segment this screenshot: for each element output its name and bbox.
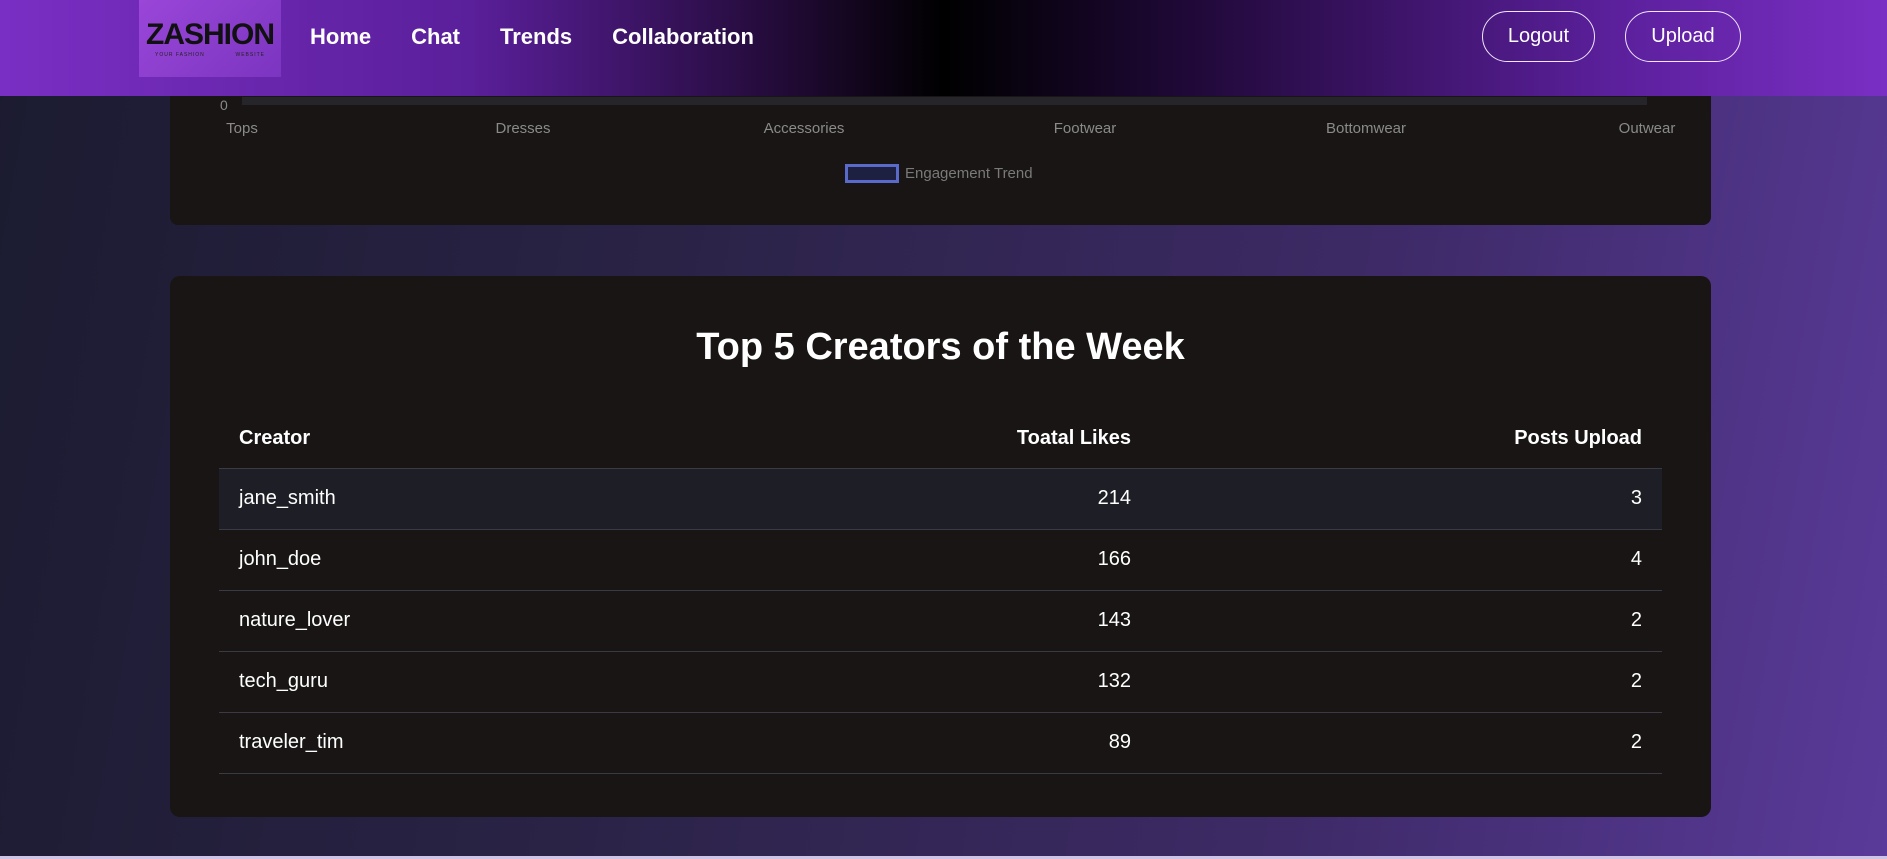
creator-name: john_doe	[219, 529, 799, 591]
chart-legend[interactable]: Engagement Trend	[845, 164, 1033, 183]
brand-logo[interactable]: ZASHION YOUR FASHION WEBSITE	[139, 0, 281, 77]
creator-posts: 2	[1151, 651, 1662, 713]
header-creator: Creator	[219, 410, 799, 469]
creators-title: Top 5 Creators of the Week	[696, 326, 1185, 368]
creator-name: nature_lover	[219, 590, 799, 652]
legend-swatch	[845, 164, 899, 183]
x-tick-label: Accessories	[763, 120, 845, 137]
x-tick-label: Dresses	[495, 120, 551, 137]
creator-likes: 89	[799, 712, 1151, 774]
creator-posts: 2	[1151, 712, 1662, 774]
logo-tagline-right: WEBSITE	[235, 51, 265, 58]
creator-name: jane_smith	[219, 468, 799, 530]
nav-link-home[interactable]: Home	[310, 24, 371, 50]
creator-likes: 214	[799, 468, 1151, 530]
creator-name: traveler_tim	[219, 712, 799, 774]
x-tick-label: Footwear	[1053, 120, 1117, 137]
logo-tagline: YOUR FASHION WEBSITE	[155, 52, 265, 58]
header-total-likes: Toatal Likes	[799, 410, 1151, 469]
x-tick-label: Bottomwear	[1325, 120, 1407, 137]
legend-label: Engagement Trend	[905, 165, 1033, 182]
table-header-row: Creator Toatal Likes Posts Upload	[219, 410, 1662, 469]
creator-name: tech_guru	[219, 651, 799, 713]
top-creators-card: Top 5 Creators of the Week Creator Toata…	[170, 276, 1711, 817]
chart-plot-area	[242, 97, 1647, 105]
table-row: jane_smith 214 3	[219, 468, 1662, 530]
upload-button[interactable]: Upload	[1625, 11, 1741, 62]
nav-link-chat[interactable]: Chat	[411, 24, 460, 50]
x-tick-label: Outwear	[1618, 120, 1676, 137]
creator-likes: 132	[799, 651, 1151, 713]
header-posts-upload: Posts Upload	[1151, 410, 1662, 469]
table-row: traveler_tim 89 2	[219, 712, 1662, 774]
nav-link-collaboration[interactable]: Collaboration	[612, 24, 754, 50]
creator-likes: 143	[799, 590, 1151, 652]
table-row: tech_guru 132 2	[219, 651, 1662, 713]
creator-posts: 3	[1151, 468, 1662, 530]
creator-likes: 166	[799, 529, 1151, 591]
creator-posts: 2	[1151, 590, 1662, 652]
y-tick-label: 0	[220, 97, 228, 113]
creators-table: Creator Toatal Likes Posts Upload jane_s…	[219, 410, 1662, 774]
creator-posts: 4	[1151, 529, 1662, 591]
logout-button[interactable]: Logout	[1482, 11, 1595, 62]
top-navbar: ZASHION YOUR FASHION WEBSITE Home Chat T…	[0, 0, 1887, 96]
nav-links: Home Chat Trends Collaboration	[310, 24, 754, 50]
logo-text: ZASHION	[146, 17, 275, 51]
table-row: nature_lover 143 2	[219, 590, 1662, 652]
nav-link-trends[interactable]: Trends	[500, 24, 572, 50]
logo-tagline-left: YOUR FASHION	[155, 51, 205, 58]
table-row: john_doe 166 4	[219, 529, 1662, 591]
x-tick-label: Tops	[226, 120, 258, 137]
